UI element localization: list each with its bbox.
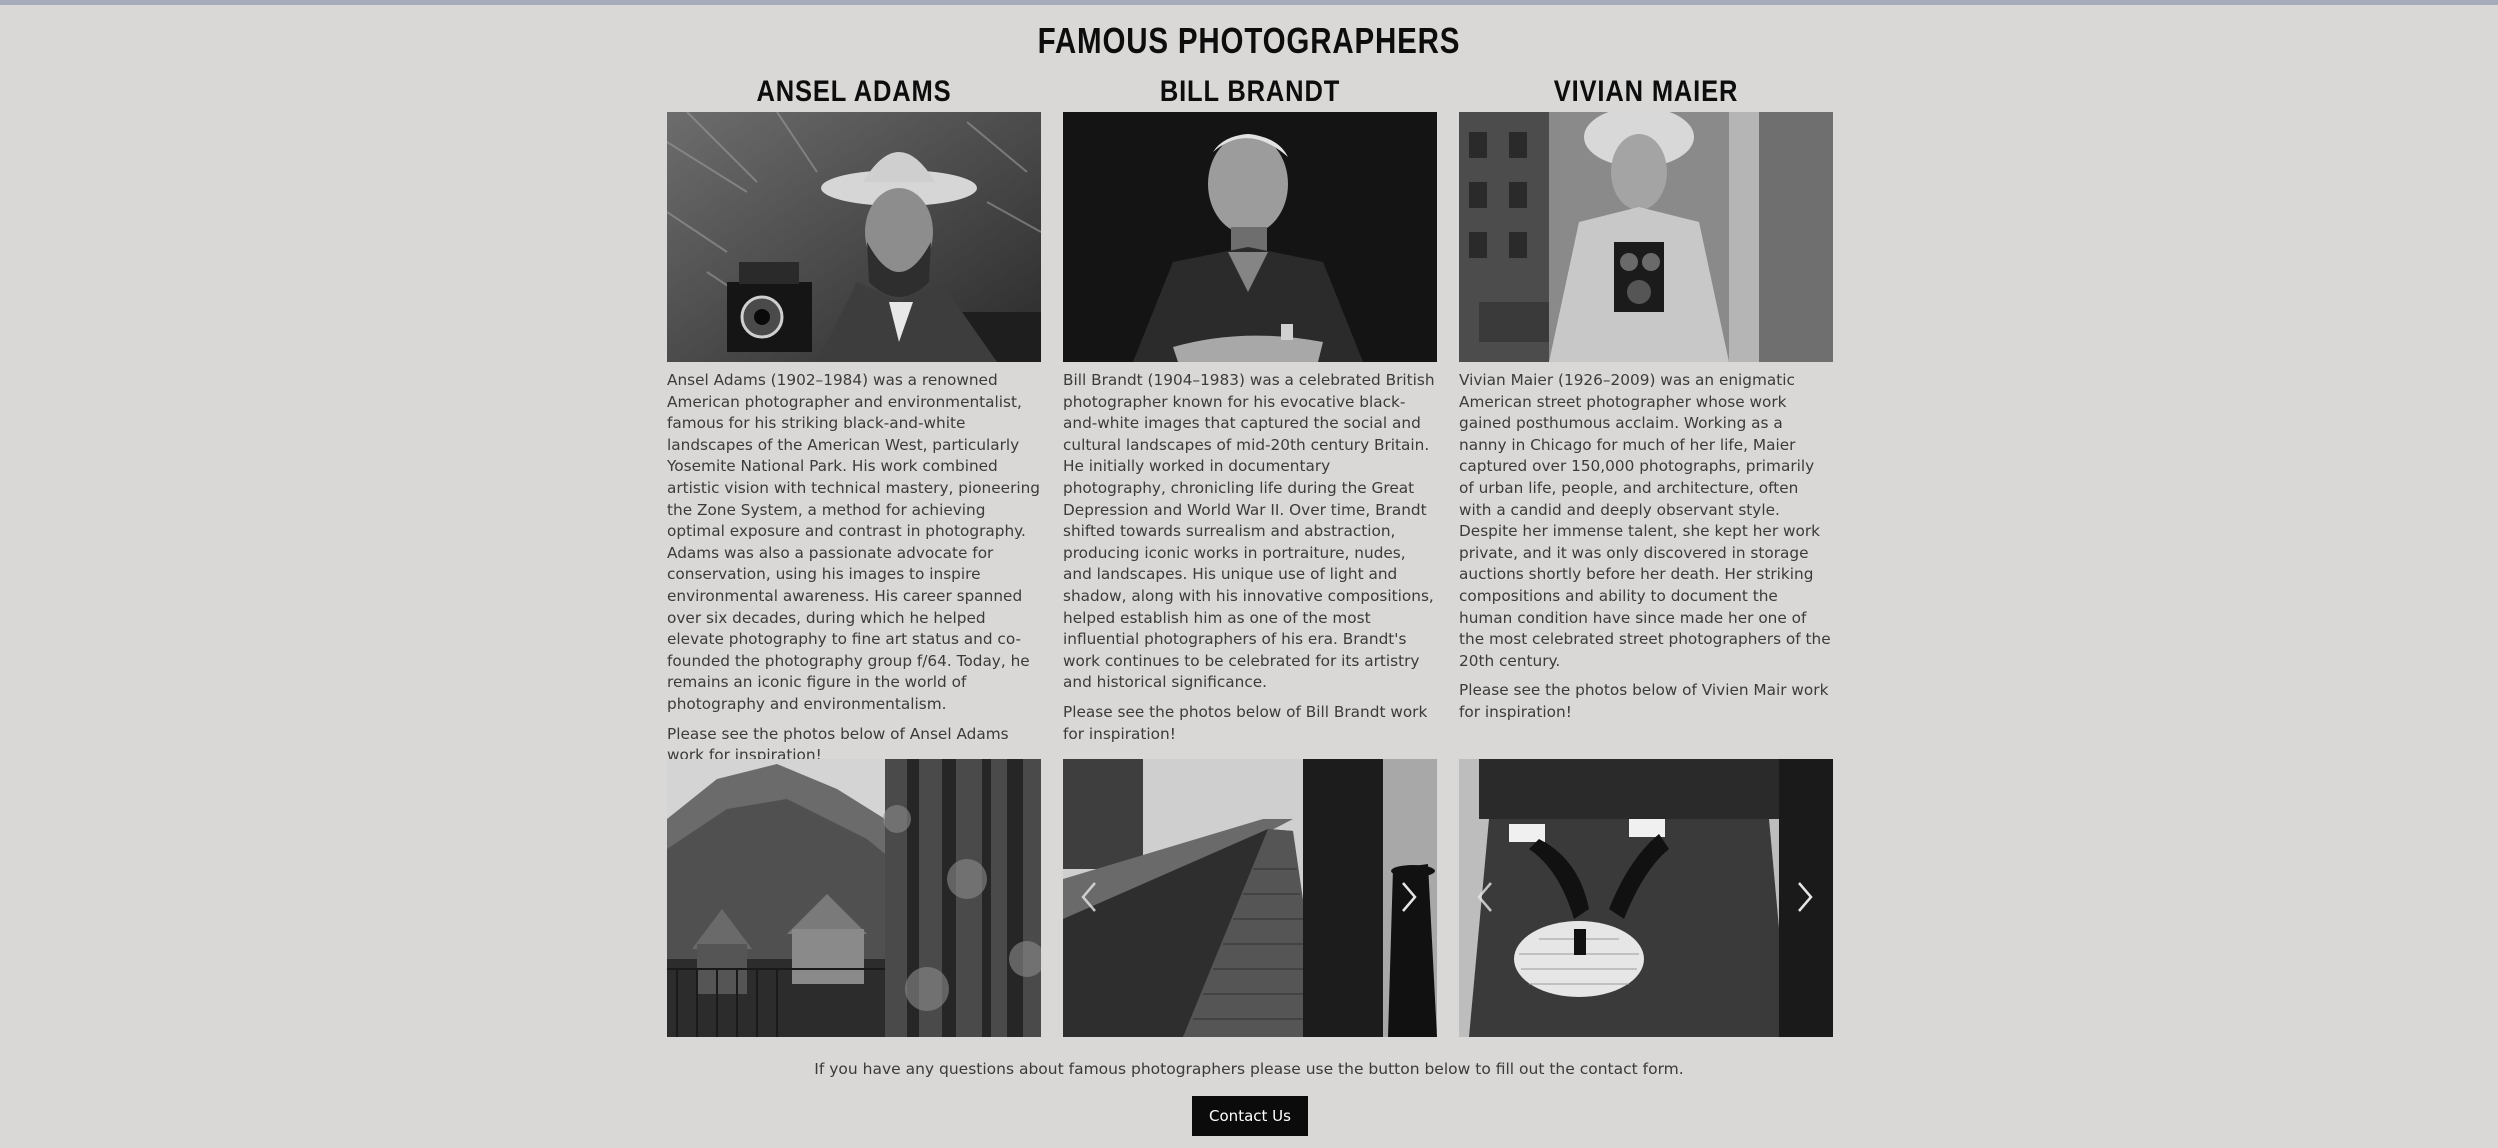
chevron-left-icon [1477,882,1492,912]
gallery-carousel-ansel-adams[interactable] [667,759,1041,1037]
contact-us-button[interactable]: Contact Us [1192,1096,1308,1136]
chevron-right-icon [1402,882,1417,912]
photographer-column-ansel-adams: ANSEL ADAMS Ansel Adams (1902–1984) was … [667,72,1041,767]
contact-prompt-text: If you have any questions about famous p… [814,1060,1684,1078]
gallery-carousel-bill-brandt[interactable] [1063,759,1437,1037]
gallery-carousel-vivian-maier[interactable] [1459,759,1833,1037]
photographer-name: ANSEL ADAMS [756,75,952,108]
photographer-bio: Vivian Maier (1926–2009) was an enigmati… [1459,371,1831,670]
photographer-name: BILL BRANDT [1159,75,1341,108]
gallery-slide-image [1063,759,1437,1037]
photographer-name: VIVIAN MAIER [1553,75,1739,108]
photographer-column-bill-brandt: BILL BRANDT Bill Brandt (1904–1983) was … [1063,72,1437,745]
portrait-image-vivian-maier [1459,112,1833,362]
gallery-slide-image [1459,759,1833,1037]
gallery-slide-image [667,759,1041,1037]
page-title: FAMOUS PHOTOGRAPHERS [1037,20,1461,61]
chevron-right-icon [1798,882,1813,912]
portrait-image-ansel-adams [667,112,1041,362]
gallery-prev-button[interactable] [1471,879,1501,915]
gallery-next-button[interactable] [1789,879,1819,915]
top-accent-bar [0,0,2498,5]
inspiration-note: Please see the photos below of Bill Bran… [1063,702,1428,743]
gallery-prev-button[interactable] [1075,879,1105,915]
inspiration-note: Please see the photos below of Vivien Ma… [1459,681,1829,721]
photographer-bio: Ansel Adams (1902–1984) was a renowned A… [667,371,1041,713]
photographer-bio: Bill Brandt (1904–1983) was a celebrated… [1063,371,1435,692]
photographer-column-vivian-maier: VIVIAN MAIER Vivian Maier (1926–2009) wa… [1459,72,1833,724]
portrait-image-bill-brandt [1063,112,1437,362]
chevron-left-icon [1081,882,1096,912]
gallery-next-button[interactable] [1393,879,1423,915]
